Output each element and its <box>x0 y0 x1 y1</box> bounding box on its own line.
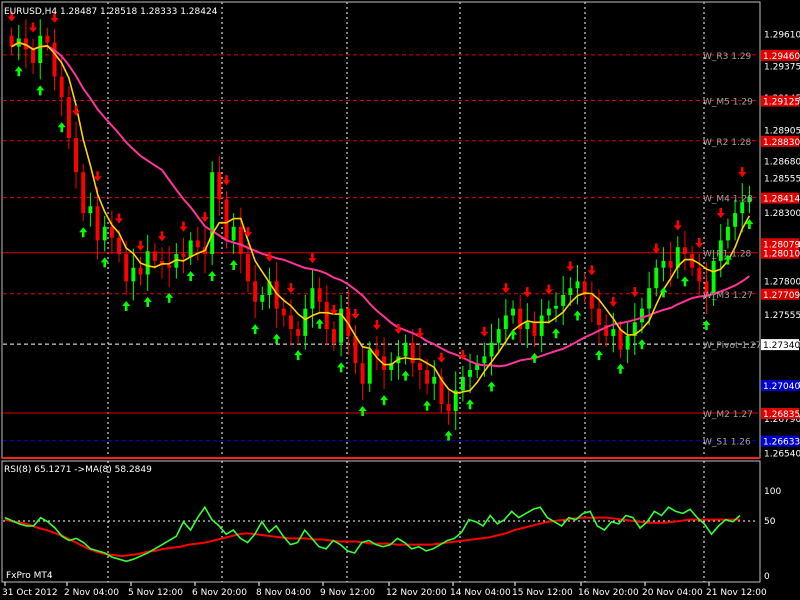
price-tag: 1.28830 <box>761 135 800 148</box>
rsi-header: RSI(8) 65.1271 ->MA(8) 58.2849 <box>4 465 152 475</box>
time-label: 15 Nov 12:00 <box>512 588 573 598</box>
rsi-tick-0: 0 <box>764 572 770 582</box>
level-label: W_M5 1.29 <box>703 98 753 108</box>
time-label: 8 Nov 04:00 <box>256 588 311 598</box>
price-tick: 1.28300 <box>764 209 800 219</box>
time-label: 2 Nov 04:00 <box>64 588 119 598</box>
rsi-tick-50: 50 <box>764 517 776 527</box>
price-tick: 1.29375 <box>764 62 800 72</box>
price-tick: 1.27800 <box>764 277 800 287</box>
price-tick: 1.28905 <box>764 127 800 137</box>
level-label: W_M4 1.28 <box>703 195 753 205</box>
trading-chart[interactable]: W_R3 1.29 W_M5 1.29 W_R2 1.28 W_M4 1.28 W_R1… <box>0 0 800 600</box>
level-label: W_S1 1.26 <box>703 438 751 448</box>
level-label: W_Pivot 1.27 <box>703 341 761 351</box>
svg-text:1.28010: 1.28010 <box>763 250 800 260</box>
price-tag: 1.26633 <box>761 435 800 448</box>
price-tag: 1.27040 <box>761 380 800 392</box>
svg-text:1.28830: 1.28830 <box>763 138 800 148</box>
level-label: W_R2 1.28 <box>703 138 752 148</box>
time-label: 9 Nov 12:00 <box>320 588 375 598</box>
price-tag: 1.29460 <box>761 49 800 62</box>
price-tick: 1.26540 <box>764 449 800 459</box>
level-label: W_M2 1.27 <box>703 410 753 420</box>
price-tick: 1.28555 <box>764 174 800 184</box>
time-label: 16 Nov 20:00 <box>578 588 639 598</box>
price-tag: 1.28414 <box>761 192 800 205</box>
price-tag: 1.27340 <box>761 339 800 351</box>
time-label: 14 Nov 04:00 <box>450 588 511 598</box>
svg-text:1.27340: 1.27340 <box>763 341 800 351</box>
candle[interactable] <box>210 161 215 265</box>
level-label: W_M3 1.27 <box>703 291 753 301</box>
candle[interactable] <box>81 164 86 222</box>
svg-text:1.27040: 1.27040 <box>763 382 800 392</box>
time-label: 21 Nov 12:00 <box>706 588 767 598</box>
svg-text:1.26835: 1.26835 <box>763 410 800 420</box>
rsi-tick-100: 100 <box>764 487 781 497</box>
svg-text:1.26633: 1.26633 <box>763 438 800 448</box>
level-label: W_R1 1.28 <box>703 250 752 260</box>
price-tick: 1.28680 <box>764 157 800 167</box>
price-tick: 1.29610 <box>764 30 800 40</box>
time-label: 12 Nov 20:00 <box>386 588 447 598</box>
chart-background <box>0 0 800 600</box>
svg-text:1.29125: 1.29125 <box>763 98 800 108</box>
price-tick: 1.27555 <box>764 311 800 321</box>
time-label: 20 Nov 04:00 <box>642 588 703 598</box>
level-label: W_R3 1.29 <box>703 52 752 62</box>
time-label: 6 Nov 20:00 <box>192 588 247 598</box>
price-tag: 1.28010 <box>761 247 800 260</box>
broker-label: FxPro MT4 <box>6 571 53 581</box>
price-tag: 1.26835 <box>761 408 800 420</box>
time-label: 5 Nov 12:00 <box>128 588 183 598</box>
price-tag: 1.29125 <box>761 95 800 108</box>
time-label: 31 Oct 2012 <box>2 588 58 598</box>
svg-text:1.27709: 1.27709 <box>763 291 800 301</box>
price-tag: 1.27709 <box>761 288 800 301</box>
chart-header: EURUSD,H4 1.28487 1.28518 1.28333 1.2842… <box>4 7 218 17</box>
svg-text:1.28414: 1.28414 <box>763 195 800 205</box>
svg-text:1.29460: 1.29460 <box>763 52 800 62</box>
